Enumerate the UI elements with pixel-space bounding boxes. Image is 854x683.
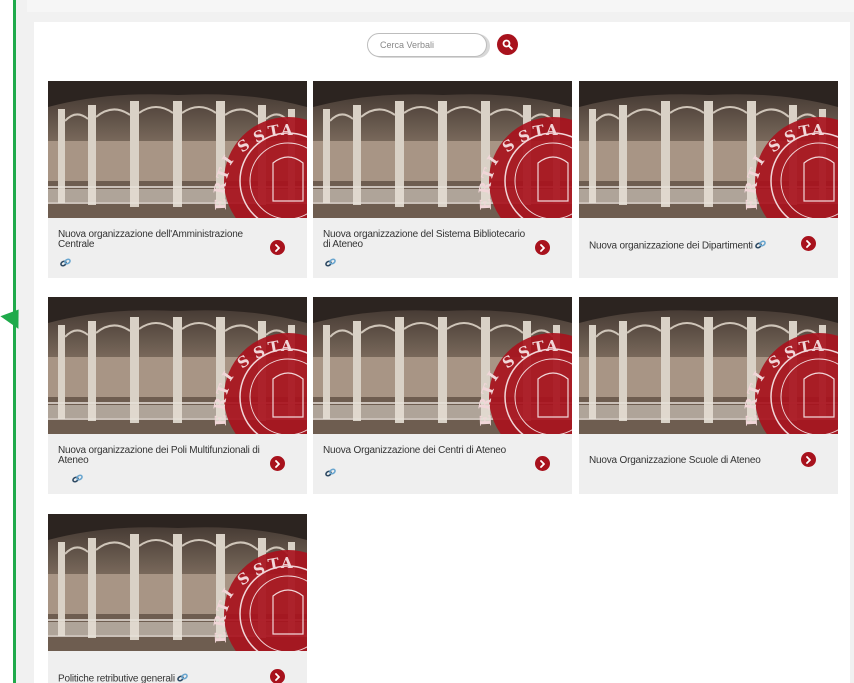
courtyard-seal-image: S T A S I T R E bbox=[579, 297, 838, 434]
svg-text:A: A bbox=[811, 121, 824, 139]
svg-text:E: E bbox=[212, 631, 230, 643]
chevron-right-icon bbox=[275, 672, 280, 681]
card-arrow-button[interactable] bbox=[270, 456, 285, 471]
courtyard-seal-image: S T A S I T R E bbox=[48, 81, 307, 218]
link-icon bbox=[60, 254, 71, 272]
search-button[interactable] bbox=[497, 34, 518, 55]
card-caption: Nuova organizzazione del Sistema Bibliot… bbox=[313, 218, 572, 278]
courtyard-seal-image: S T A S I T R E bbox=[48, 297, 307, 434]
courtyard-seal-image: S T A S I T R E bbox=[313, 297, 572, 434]
card[interactable]: S T A S I T R E Politiche retributive ge… bbox=[48, 514, 307, 683]
card-image: S T A S I T R E bbox=[579, 297, 838, 434]
chevron-right-icon bbox=[275, 243, 280, 252]
courtyard-seal-image: S T A S I T R E bbox=[48, 514, 307, 651]
card-title[interactable]: Nuova Organizzazione dei Centri di Atene… bbox=[323, 446, 533, 456]
svg-text:A: A bbox=[280, 554, 293, 572]
card-caption: Nuova organizzazione dei Poli Multifunzi… bbox=[48, 434, 307, 494]
link-icon bbox=[60, 258, 71, 267]
link-icon bbox=[755, 240, 767, 252]
card-title[interactable]: Nuova organizzazione del Sistema Bibliot… bbox=[323, 230, 533, 250]
link-icon bbox=[325, 464, 336, 482]
card-image: S T A S I T R E bbox=[48, 514, 307, 651]
card-title-text[interactable]: Politiche retributive generali bbox=[58, 674, 175, 683]
courtyard-seal-image: S T A S I T R E bbox=[579, 81, 838, 218]
guide-line bbox=[13, 0, 16, 683]
card-caption: Nuova Organizzazione dei Centri di Atene… bbox=[313, 434, 572, 494]
link-icon bbox=[755, 240, 767, 249]
search-icon bbox=[502, 39, 513, 50]
card[interactable]: S T A S I T R E Nuova organizzazione dei… bbox=[48, 297, 307, 494]
svg-text:E: E bbox=[212, 198, 230, 210]
card-image: S T A S I T R E bbox=[313, 297, 572, 434]
card-arrow-button[interactable] bbox=[270, 240, 285, 255]
card-title[interactable]: Politiche retributive generali bbox=[58, 673, 268, 683]
svg-text:A: A bbox=[545, 121, 558, 139]
card[interactable]: S T A S I T R E Nuova organizzazione dei… bbox=[579, 81, 838, 278]
card-image: S T A S I T R E bbox=[48, 81, 307, 218]
chevron-right-icon bbox=[275, 459, 280, 468]
card[interactable]: S T A S I T R E Nuova organizzazione del… bbox=[48, 81, 307, 278]
card-arrow-button[interactable] bbox=[801, 452, 816, 467]
card-title[interactable]: Nuova organizzazione dei Dipartimenti bbox=[589, 240, 799, 252]
card[interactable]: S T A S I T R E Nuova Organizzazione Scu… bbox=[579, 297, 838, 494]
chevron-right-icon bbox=[806, 239, 811, 248]
svg-text:E: E bbox=[743, 414, 761, 426]
card-image: S T A S I T R E bbox=[48, 297, 307, 434]
card-arrow-button[interactable] bbox=[535, 456, 550, 471]
card-arrow-button[interactable] bbox=[270, 669, 285, 683]
svg-text:E: E bbox=[743, 198, 761, 210]
card-caption: Politiche retributive generali bbox=[48, 651, 307, 683]
page: S T A S I T R E Nuova organizzazione del… bbox=[0, 0, 854, 683]
search-box bbox=[367, 33, 487, 57]
link-icon bbox=[325, 254, 336, 272]
courtyard-seal-image: S T A S I T R E bbox=[313, 81, 572, 218]
card[interactable]: S T A S I T R E Nuova Organizzazione dei… bbox=[313, 297, 572, 494]
svg-text:E: E bbox=[477, 198, 495, 210]
svg-text:A: A bbox=[811, 337, 824, 355]
chevron-right-icon bbox=[540, 243, 545, 252]
card-arrow-button[interactable] bbox=[535, 240, 550, 255]
top-bar bbox=[27, 0, 854, 12]
search-input[interactable] bbox=[368, 34, 486, 56]
chevron-right-icon bbox=[540, 459, 545, 468]
card-caption: Nuova Organizzazione Scuole di Ateneo bbox=[579, 434, 838, 494]
svg-text:A: A bbox=[280, 121, 293, 139]
svg-text:A: A bbox=[545, 337, 558, 355]
card-caption: Nuova organizzazione dell'Amministrazion… bbox=[48, 218, 307, 278]
link-icon bbox=[177, 673, 189, 683]
link-icon bbox=[325, 258, 336, 267]
link-icon bbox=[72, 470, 83, 488]
link-icon bbox=[72, 474, 83, 483]
card-image: S T A S I T R E bbox=[579, 81, 838, 218]
svg-text:E: E bbox=[212, 414, 230, 426]
card-title[interactable]: Nuova organizzazione dell'Amministrazion… bbox=[58, 230, 268, 250]
left-rail bbox=[0, 0, 14, 683]
chevron-right-icon bbox=[806, 455, 811, 464]
card[interactable]: S T A S I T R E Nuova organizzazione del… bbox=[313, 81, 572, 278]
svg-text:A: A bbox=[280, 337, 293, 355]
card-title-text[interactable]: Nuova organizzazione dei Dipartimenti bbox=[589, 241, 753, 252]
svg-text:E: E bbox=[477, 414, 495, 426]
card-image: S T A S I T R E bbox=[313, 81, 572, 218]
link-icon bbox=[325, 468, 336, 477]
card-arrow-button[interactable] bbox=[801, 236, 816, 251]
link-icon bbox=[177, 673, 189, 682]
card-title[interactable]: Nuova Organizzazione Scuole di Ateneo bbox=[589, 456, 799, 466]
card-caption: Nuova organizzazione dei Dipartimenti bbox=[579, 218, 838, 278]
card-title[interactable]: Nuova organizzazione dei Poli Multifunzi… bbox=[58, 446, 268, 466]
